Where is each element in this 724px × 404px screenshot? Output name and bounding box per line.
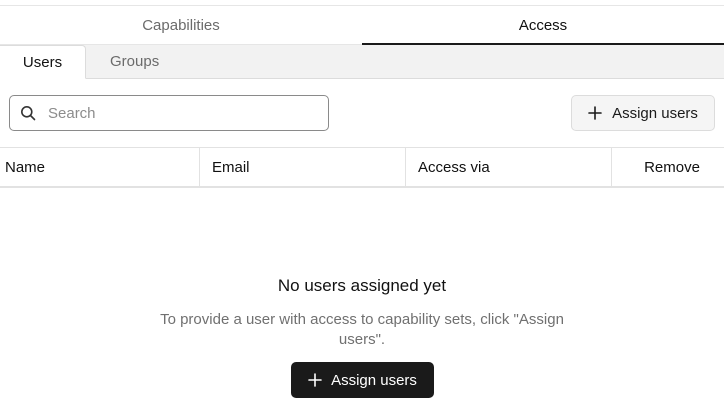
assign-users-button[interactable]: Assign users: [571, 95, 715, 131]
plus-icon: [308, 373, 322, 387]
column-header-access-via[interactable]: Access via: [406, 148, 612, 186]
empty-state-assign-users-button[interactable]: Assign users: [291, 362, 434, 398]
empty-state-assign-users-label: Assign users: [331, 371, 417, 389]
search-icon: [20, 105, 36, 121]
plus-icon: [588, 106, 602, 120]
table-header: Name Email Access via Remove: [0, 147, 724, 188]
empty-state-description: To provide a user with access to capabil…: [160, 311, 564, 348]
empty-state-title: No users assigned yet: [277, 276, 447, 295]
tab-access[interactable]: Access: [362, 6, 724, 45]
access-panel: Capabilities Access Users Groups Assign …: [0, 0, 724, 404]
column-header-email[interactable]: Email: [200, 148, 406, 186]
sub-tab-bar: Users Groups: [0, 45, 724, 79]
column-header-name[interactable]: Name: [0, 148, 200, 186]
tab-capabilities[interactable]: Capabilities: [0, 6, 362, 44]
search-input[interactable]: [46, 103, 306, 123]
search-box[interactable]: [9, 95, 329, 131]
top-tab-bar: Capabilities Access: [0, 5, 724, 45]
column-header-remove: Remove: [644, 158, 700, 176]
subtab-groups[interactable]: Groups: [86, 45, 183, 78]
assign-users-label: Assign users: [612, 104, 698, 122]
subtab-users[interactable]: Users: [0, 45, 86, 79]
